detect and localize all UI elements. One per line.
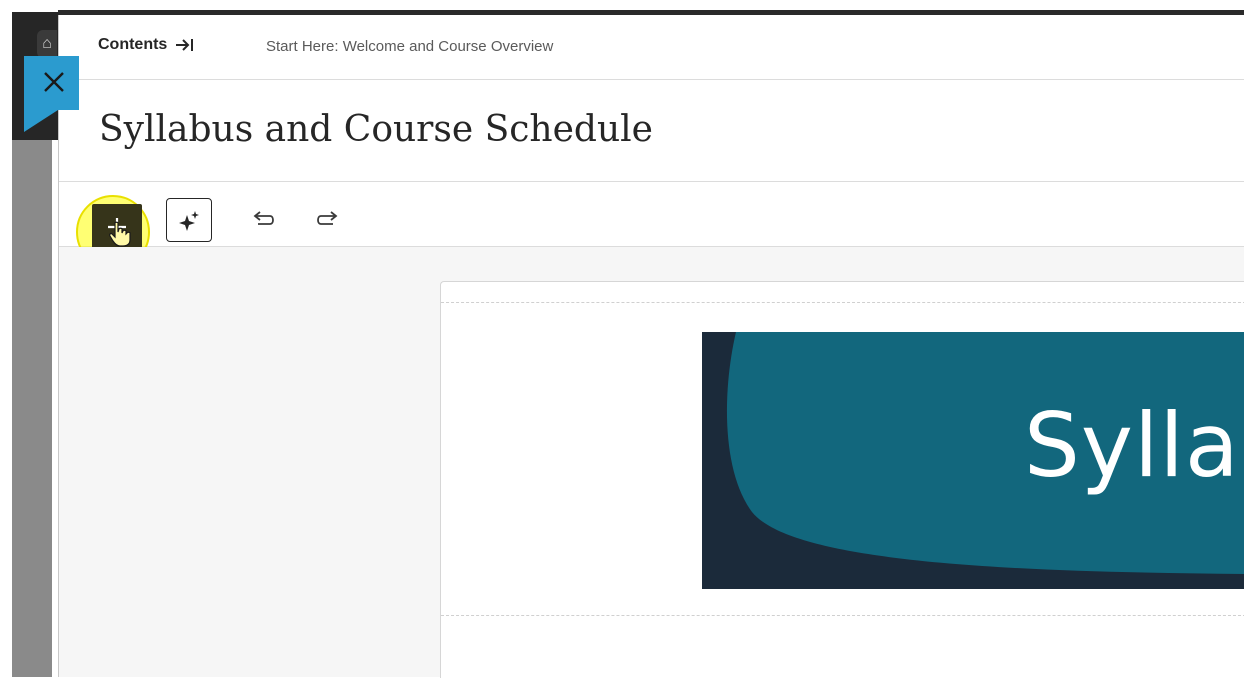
- block-boundary-bottom: [441, 615, 1244, 616]
- breadcrumb-current-item[interactable]: Start Here: Welcome and Course Overview: [266, 38, 553, 55]
- content-panel: Contents Start Here: Welcome and Course …: [58, 15, 1244, 678]
- contents-link[interactable]: Contents: [98, 36, 195, 54]
- close-tab-fold: [24, 110, 58, 132]
- editor-toolbar: [59, 182, 1244, 269]
- undo-icon[interactable]: [252, 208, 278, 230]
- ai-assist-button[interactable]: [166, 198, 212, 242]
- background-overlay: [12, 140, 52, 677]
- block-boundary-top: [441, 302, 1244, 303]
- redo-icon[interactable]: [313, 208, 339, 230]
- hand-cursor-icon: [109, 221, 131, 247]
- close-panel-button[interactable]: [24, 56, 79, 110]
- arrow-right-to-line-icon: [176, 39, 194, 51]
- editor-canvas: Sylla: [59, 247, 1244, 678]
- contents-label: Contents: [98, 36, 168, 53]
- banner-text: Sylla: [1024, 394, 1240, 497]
- close-icon: [44, 72, 64, 92]
- page-title: Syllabus and Course Schedule: [99, 109, 653, 150]
- breadcrumb: Contents Start Here: Welcome and Course …: [59, 15, 1244, 80]
- document-page: Sylla: [440, 281, 1244, 678]
- home-icon: ⌂: [37, 30, 57, 58]
- syllabus-banner-image[interactable]: Sylla: [702, 332, 1244, 589]
- sparkle-icon: [179, 211, 199, 231]
